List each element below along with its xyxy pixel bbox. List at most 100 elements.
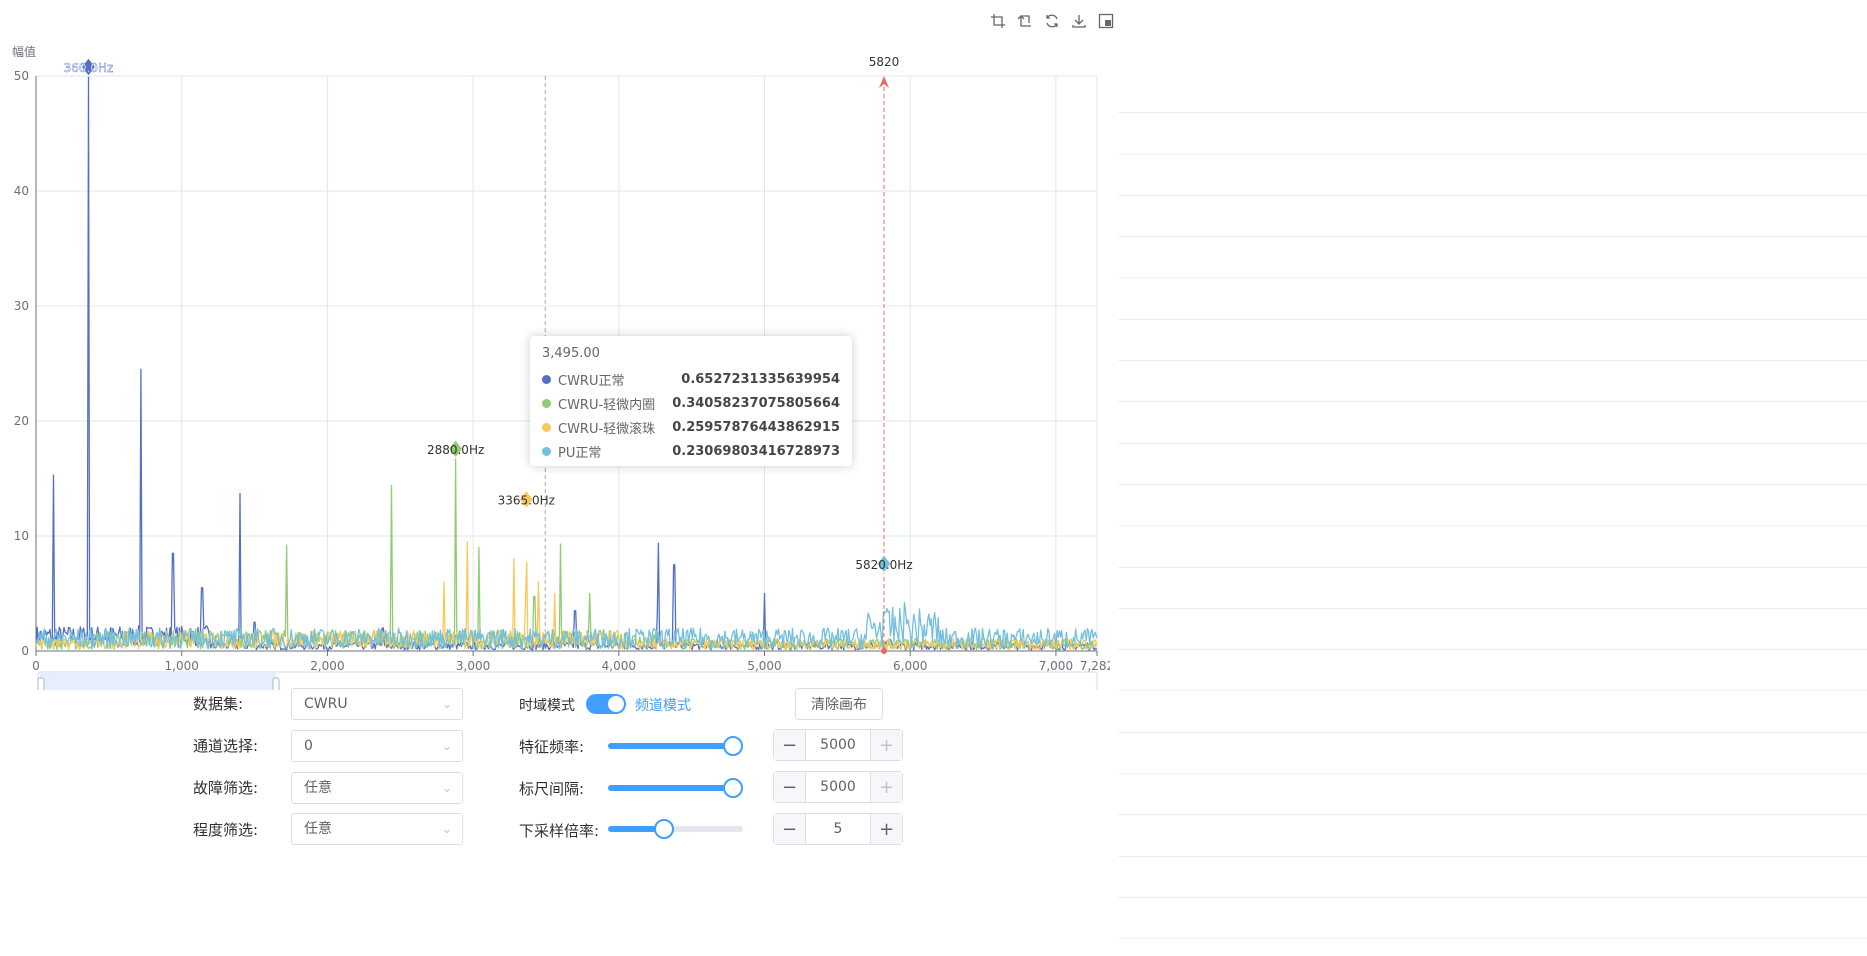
feature-freq-value[interactable]: 5000 <box>806 730 870 760</box>
level-filter-select[interactable]: 任意 ⌄ <box>291 813 463 845</box>
chevron-down-icon: ⌄ <box>441 822 452 836</box>
series-color-dot <box>542 422 551 432</box>
ruler-interval-slider[interactable] <box>608 777 743 798</box>
table-row: 242CWRU0120001772轻微滚珠绘制 <box>1118 815 1867 857</box>
channel-label: 通道选择: <box>193 737 259 755</box>
fault-filter-label: 故障筛选: <box>193 779 259 797</box>
chart-tooltip: 3,495.00 CWRU正常 0.6527231335639954 CWRU-轻微… <box>530 336 852 466</box>
y-tick-label: 0 <box>21 644 29 658</box>
downsample-value[interactable]: 5 <box>806 814 870 844</box>
decrease-button[interactable]: − <box>774 730 806 760</box>
decrease-button[interactable]: − <box>774 814 806 844</box>
sample-table: 194CWRU0480001721轻微内圈绘制195CWRU0480001721… <box>1118 0 1867 956</box>
level-filter-value: 任意 <box>304 821 332 837</box>
app-root: 0 10 20 30 40 50 0 1,000 2,000 3,000 4,000 5,000 6,0… <box>0 0 1867 956</box>
peak-label: 360.0Hz <box>64 61 114 75</box>
decrease-button[interactable]: − <box>774 772 806 802</box>
refresh-icon[interactable] <box>1043 12 1061 30</box>
table-row: 196CWRU0480001721轻微内圈绘制 <box>1118 155 1867 196</box>
time-mode-label: 时域模式 <box>519 698 575 714</box>
undo-crop-icon[interactable] <box>1016 12 1034 30</box>
x-tick-label: 3,000 <box>456 659 490 673</box>
table-row: 212CWRU0120001796轻微滚珠绘制 <box>1118 402 1867 444</box>
x-tick-label: 7,000 <box>1039 659 1073 673</box>
table-row: 220CWRU0120001796轻微滚珠绘制 <box>1118 733 1867 775</box>
tooltip-row: PU正常 0.23069803416728973 <box>542 439 840 463</box>
x-tick-label: 6,000 <box>893 659 927 673</box>
ruler-interval-stepper[interactable]: − 5000 + <box>773 771 903 803</box>
feature-freq-label: 特征频率: <box>519 738 585 756</box>
datazoom-window <box>40 673 276 690</box>
table-row: 244CWRU0120001772轻微滚珠绘制 <box>1118 898 1867 940</box>
table-row: 197CWRU0480001721轻微内圈绘制 <box>1118 196 1867 238</box>
level-filter-label: 程度筛选: <box>193 821 259 839</box>
download-icon[interactable] <box>1070 12 1088 30</box>
x-tick-label: 1,000 <box>165 659 199 673</box>
tooltip-series-value: 0.6527231335639954 <box>681 371 840 387</box>
increase-button[interactable]: + <box>870 772 902 802</box>
tooltip-series-value: 0.23069803416728973 <box>672 443 840 459</box>
feature-freq-stepper[interactable]: − 5000 + <box>773 729 903 761</box>
series-color-dot <box>542 398 551 408</box>
slider-thumb[interactable] <box>654 819 674 839</box>
table-row: 199CWRU0480001721轻微内圈绘制 <box>1118 278 1867 320</box>
y-tick-label: 30 <box>14 299 29 313</box>
table-row: 218CWRU0120001796轻微滚珠绘制 <box>1118 650 1867 692</box>
y-tick-label: 50 <box>14 69 29 83</box>
chevron-down-icon: ⌄ <box>441 781 452 795</box>
downsample-stepper[interactable]: − 5 + <box>773 813 903 845</box>
table-row: 198CWRU0480001721轻微内圈绘制 <box>1118 237 1867 279</box>
peak-label: 5820.0Hz <box>855 558 912 572</box>
series-color-dot <box>542 374 551 384</box>
zoom-rect-icon[interactable] <box>1097 12 1115 30</box>
clear-canvas-button[interactable]: 清除画布 <box>795 688 883 720</box>
tooltip-row: CWRU-轻微滚珠 0.25957876443862915 <box>542 415 840 439</box>
fault-filter-select[interactable]: 任意 ⌄ <box>291 772 463 804</box>
datazoom-handle-left <box>37 677 45 690</box>
chevron-down-icon: ⌄ <box>441 739 452 753</box>
increase-button[interactable]: + <box>870 730 902 760</box>
channel-select-value: 0 <box>304 738 313 754</box>
table-row: 241CWRU0120001772轻微滚珠绘制 <box>1118 774 1867 816</box>
peak-label: 3365.0Hz <box>498 493 555 507</box>
table-row: 215CWRU0120001796轻微滚珠绘制 <box>1118 526 1867 568</box>
y-axis-name: 幅值 <box>12 44 36 59</box>
increase-button[interactable]: + <box>870 814 902 844</box>
x-tick-label: 7,282 <box>1080 659 1110 673</box>
table-row: 195CWRU0480001721轻微内圈绘制 <box>1118 113 1867 155</box>
x-tick-label: 4,000 <box>602 659 636 673</box>
feature-freq-slider[interactable] <box>608 735 743 756</box>
mark-line-start-dot <box>880 648 887 654</box>
downsample-label: 下采样倍率: <box>519 822 600 840</box>
y-tick-label: 20 <box>14 414 29 428</box>
x-tick-label: 5,000 <box>747 659 781 673</box>
x-tick-label: 2,000 <box>310 659 344 673</box>
y-tick-label: 40 <box>14 184 29 198</box>
slider-thumb[interactable] <box>723 778 743 798</box>
ruler-interval-value[interactable]: 5000 <box>806 772 870 802</box>
x-tick-label: 0 <box>32 659 40 673</box>
table-body: 194CWRU0480001721轻微内圈绘制195CWRU0480001721… <box>1118 62 1867 940</box>
table-row: 243CWRU0120001772轻微滚珠绘制 <box>1118 857 1867 898</box>
dataset-select[interactable]: CWRU ⌄ <box>291 688 463 720</box>
channel-select[interactable]: 0 ⌄ <box>291 730 463 762</box>
downsample-slider[interactable] <box>608 818 743 839</box>
tooltip-series-name: PU正常 <box>558 445 602 461</box>
tooltip-series-name: CWRU正常 <box>558 373 625 389</box>
fault-filter-value: 任意 <box>304 780 332 796</box>
dataset-select-value: CWRU <box>304 696 348 712</box>
table-row: 194CWRU0480001721轻微内圈绘制 <box>1118 72 1867 114</box>
table-row: 216CWRU0120001796轻微滚珠绘制 <box>1118 568 1867 609</box>
table-row: 219CWRU0120001796轻微滚珠绘制 <box>1118 691 1867 733</box>
ruler-interval-label: 标尺间隔: <box>519 780 585 798</box>
mark-line-label: 5820 <box>869 55 900 69</box>
y-tick-label: 10 <box>14 529 29 543</box>
table-row: 200CWRU0480001721轻微内圈绘制 <box>1118 320 1867 362</box>
slider-thumb[interactable] <box>723 736 743 756</box>
table-row: 211CWRU0120001796轻微滚珠绘制 <box>1118 361 1867 403</box>
crop-icon[interactable] <box>989 12 1007 30</box>
chevron-down-icon: ⌄ <box>441 697 452 711</box>
mode-switch[interactable] <box>586 694 626 714</box>
dataset-label: 数据集: <box>193 695 244 713</box>
tooltip-title: 3,495.00 <box>542 346 600 361</box>
